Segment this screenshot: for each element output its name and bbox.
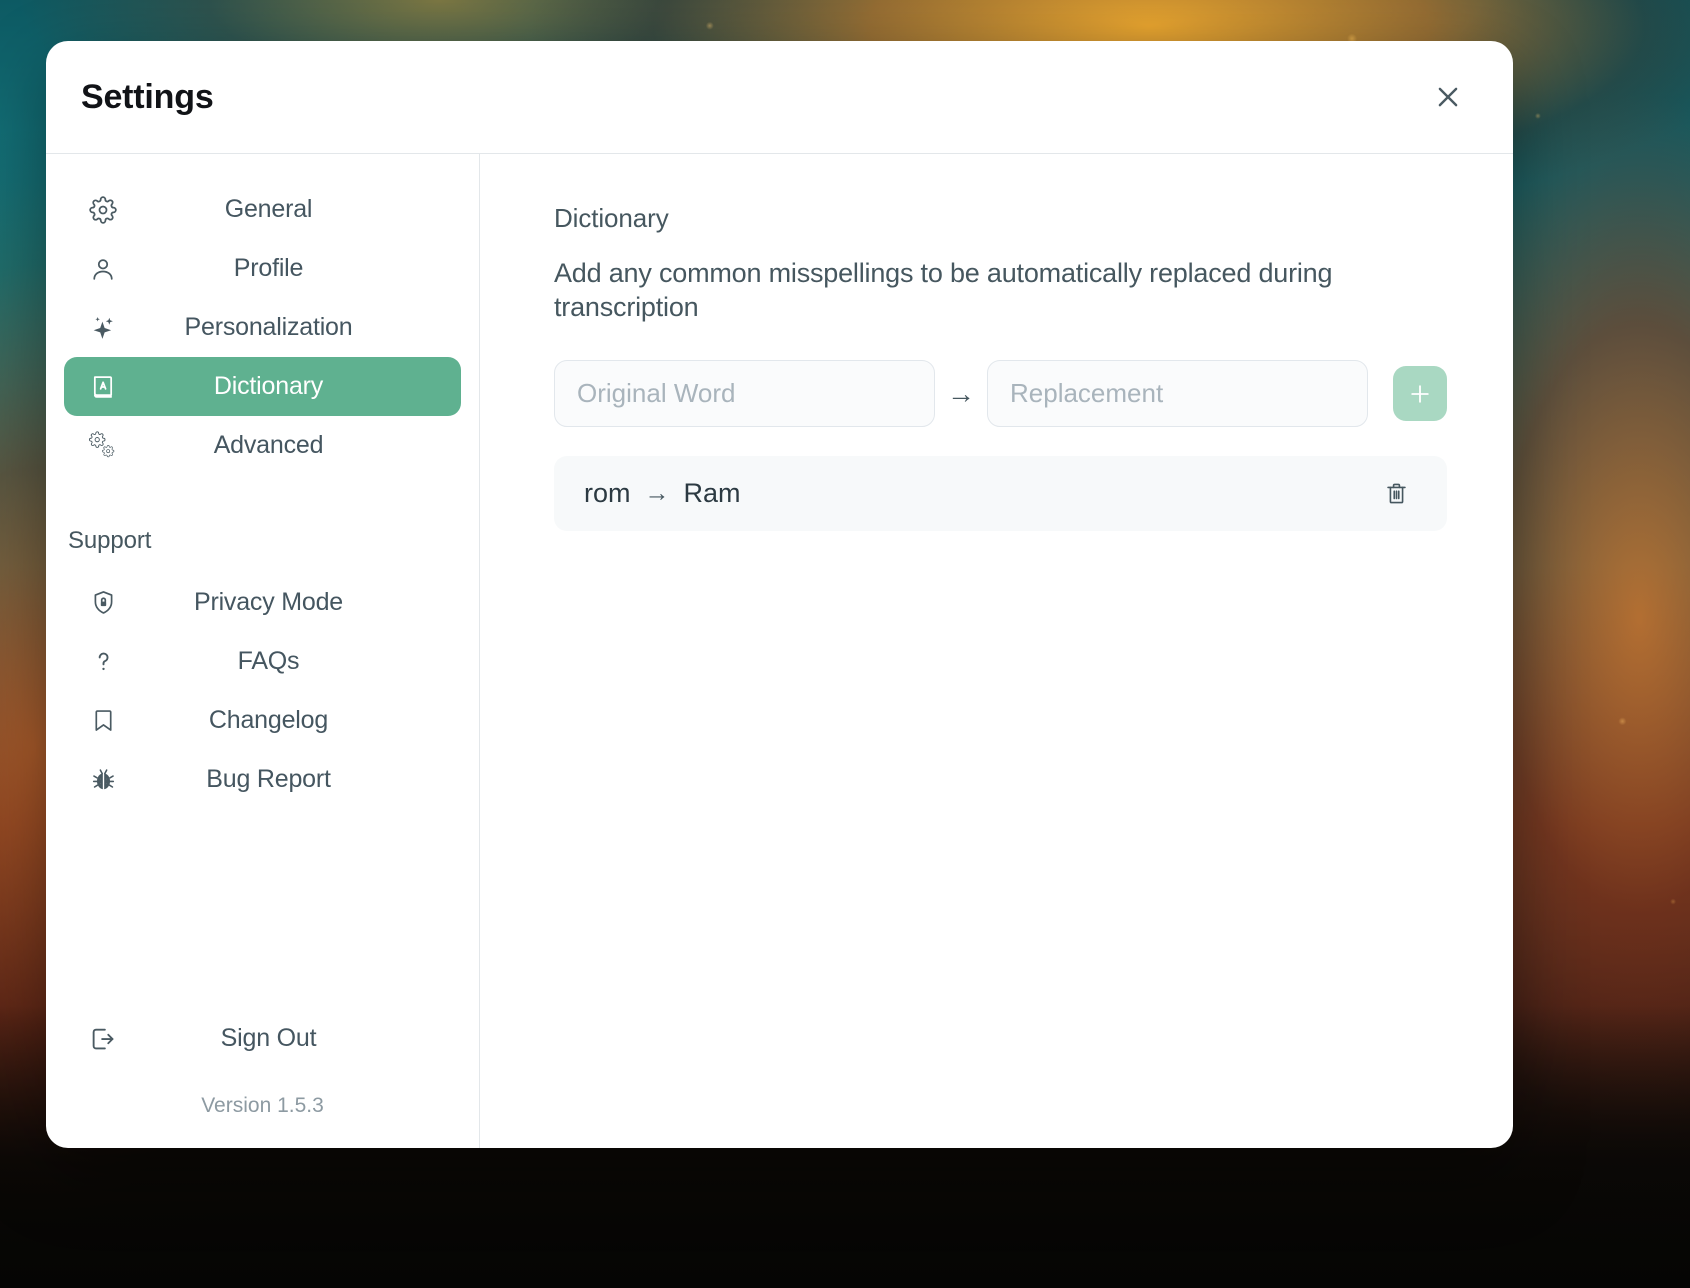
sidebar-item-label: General [224,195,313,223]
sidebar-item-faqs[interactable]: FAQs [64,632,461,691]
sidebar-item-label: FAQs [237,647,300,675]
close-icon [1433,82,1463,112]
entry-arrow-icon: → [644,479,670,508]
user-icon [86,255,120,283]
section-title: Dictionary [554,203,669,233]
sidebar-item-dictionary[interactable]: Dictionary [64,357,461,416]
dictionary-entry-row[interactable]: rom → Ram [554,456,1447,532]
question-mark-icon [86,648,120,675]
dictionary-entry-pair: rom → Ram [584,478,741,509]
close-button[interactable] [1427,76,1469,118]
delete-entry-button[interactable] [1375,473,1417,515]
sidebar-item-advanced[interactable]: Advanced [64,416,461,475]
sidebar-item-general[interactable]: General [64,180,461,239]
sign-out-button[interactable]: Sign Out [64,1009,461,1068]
replacement-word-input[interactable] [987,360,1368,428]
ladybug-icon [86,765,120,794]
entry-original-word: rom [584,478,631,509]
sign-out-icon [86,1024,120,1054]
sidebar-item-label: Bug Report [206,765,331,793]
sign-out-section: Sign Out [64,999,461,1068]
sign-out-label: Sign Out [220,1024,317,1052]
add-entry-form: → [554,360,1447,428]
entry-replacement-word: Ram [683,478,741,509]
sidebar-item-label: Dictionary [213,372,324,400]
trash-icon [1383,480,1410,507]
section-description: Add any common misspellings to be automa… [554,258,1333,323]
book-a-icon [86,373,120,401]
sidebar-item-personalization[interactable]: Personalization [64,298,461,357]
modal-body: General Profile Personalization Dictiona… [46,154,1513,1148]
sidebar-item-label: Profile [233,254,304,282]
sidebar-item-profile[interactable]: Profile [64,239,461,298]
sparkle-icon [86,314,120,342]
form-arrow-icon: → [947,377,975,409]
version-label: Version 1.5.3 [201,1094,324,1117]
sidebar-item-changelog[interactable]: Changelog [64,691,461,750]
sidebar-item-label: Personalization [184,313,353,341]
original-word-input[interactable] [554,360,935,428]
sidebar-item-label: Advanced [213,431,324,459]
settings-modal: Settings General Profile Personalization… [46,41,1513,1148]
sidebar-item-label: Privacy Mode [193,588,344,616]
shield-lock-icon [86,589,120,616]
support-section-heading: Support [68,527,152,554]
add-entry-button[interactable] [1393,366,1447,422]
modal-header: Settings [46,41,1513,154]
sidebar: General Profile Personalization Dictiona… [46,154,480,1148]
gears-icon [86,430,120,462]
dictionary-panel: Dictionary Add any common misspellings t… [480,154,1513,1148]
gear-icon [86,195,120,224]
plus-icon [1407,381,1433,407]
sidebar-item-privacy-mode[interactable]: Privacy Mode [64,573,461,632]
sidebar-item-bug-report[interactable]: Bug Report [64,750,461,809]
bookmark-icon [86,707,120,734]
sidebar-item-label: Changelog [208,706,329,734]
dictionary-entry-list: rom → Ram [554,456,1447,532]
page-title: Settings [81,77,214,116]
